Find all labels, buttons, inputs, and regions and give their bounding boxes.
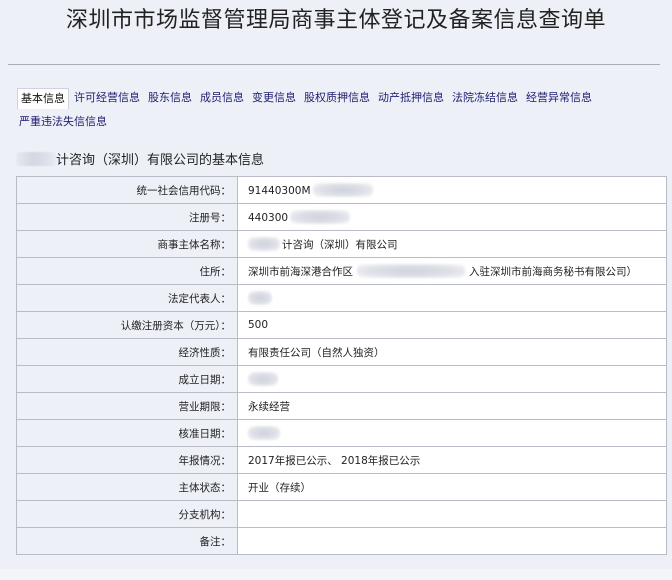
field-label: 商事主体名称：: [16, 230, 238, 258]
tab-chattel-mortgage-info[interactable]: 动产抵押信息: [375, 88, 447, 108]
field-label: 核准日期：: [16, 419, 238, 447]
field-label: 分支机构：: [16, 500, 238, 528]
annual-report-value: 2017年报已公示、 2018年报已公示: [237, 446, 667, 474]
tab-abnormal-operation-info[interactable]: 经营异常信息: [523, 88, 595, 108]
field-label: 认缴注册资本（万元）：: [16, 311, 238, 339]
tab-member-info[interactable]: 成员信息: [197, 88, 247, 108]
table-row: 备注：: [16, 527, 667, 555]
remarks-value: [237, 527, 667, 555]
table-row: 分支机构：: [16, 500, 667, 528]
field-label: 主体状态：: [16, 473, 238, 501]
title-divider: [8, 64, 660, 65]
horizontal-scrollbar[interactable]: [0, 569, 672, 580]
field-label: 年报情况：: [16, 446, 238, 474]
registration-number-value: 440300: [248, 212, 289, 224]
field-label: 法定代表人：: [16, 284, 238, 312]
field-value: 深圳市前海深港合作区 入驻深圳市前海商务秘书有限公司）: [237, 257, 667, 285]
table-row: 主体状态： 开业（存续）: [16, 473, 667, 501]
field-label: 注册号：: [16, 203, 238, 231]
field-value: [237, 284, 667, 312]
tab-court-freeze-info[interactable]: 法院冻结信息: [449, 88, 521, 108]
redacted-text: [357, 263, 465, 278]
address-value: 深圳市前海深港合作区: [248, 265, 353, 278]
table-row: 注册号： 440300: [16, 203, 667, 231]
redacted-text: [248, 426, 280, 440]
table-row: 成立日期：: [16, 365, 667, 393]
table-row: 年报情况： 2017年报已公示、 2018年报已公示: [16, 446, 667, 474]
redacted-text: [248, 372, 278, 386]
address-value-tail: 入驻深圳市前海商务秘书有限公司）: [469, 265, 637, 278]
redacted-text: [290, 210, 351, 224]
economic-nature-value: 有限责任公司（自然人独资）: [237, 338, 667, 366]
entity-status-value: 开业（存续）: [237, 473, 667, 501]
page-title: 深圳市市场监督管理局商事主体登记及备案信息查询单: [65, 8, 606, 33]
field-label: 经济性质：: [16, 338, 238, 366]
basic-info-table: 统一社会信用代码： 91440300M 注册号： 440300 商事主体名称： …: [16, 176, 667, 555]
field-label: 统一社会信用代码：: [16, 176, 238, 204]
table-row: 住所： 深圳市前海深港合作区 入驻深圳市前海商务秘书有限公司）: [16, 257, 667, 285]
registered-capital-value: 500: [237, 311, 667, 339]
field-label: 营业期限：: [16, 392, 238, 420]
table-row: 统一社会信用代码： 91440300M: [16, 176, 667, 204]
tab-change-info[interactable]: 变更信息: [249, 88, 299, 108]
field-label: 成立日期：: [16, 365, 238, 393]
table-row: 经济性质： 有限责任公司（自然人独资）: [16, 338, 667, 366]
table-row: 法定代表人：: [16, 284, 667, 312]
table-row: 核准日期：: [16, 419, 667, 447]
field-value: [237, 419, 667, 447]
tab-shareholder-info[interactable]: 股东信息: [145, 88, 195, 108]
tab-basic-info[interactable]: 基本信息: [17, 88, 69, 109]
table-row: 认缴注册资本（万元）： 500: [16, 311, 667, 339]
section-title: 计咨询（深圳）有限公司的基本信息: [16, 152, 264, 170]
section-title-text: 计咨询（深圳）有限公司的基本信息: [56, 153, 265, 168]
redacted-text: [248, 291, 272, 305]
field-label: 备注：: [16, 527, 238, 555]
tab-serious-violation-info[interactable]: 严重违法失信信息: [16, 112, 110, 132]
company-name-value: 计咨询（深圳）有限公司: [282, 238, 398, 251]
business-term-value: 永续经营: [237, 392, 667, 420]
redacted-text: [16, 152, 56, 166]
redacted-text: [312, 183, 373, 197]
field-label: 住所：: [16, 257, 238, 285]
tab-equity-pledge-info[interactable]: 股权质押信息: [301, 88, 373, 108]
table-row: 商事主体名称： 计咨询（深圳）有限公司: [16, 230, 667, 258]
table-row: 营业期限： 永续经营: [16, 392, 667, 420]
tab-license-info[interactable]: 许可经营信息: [71, 88, 143, 108]
field-value: 91440300M: [237, 176, 667, 204]
field-value: [237, 365, 667, 393]
branch-value: [237, 500, 667, 528]
redacted-text: [248, 236, 280, 251]
field-value: 440300: [237, 203, 667, 231]
info-tabs: 基本信息 许可经营信息 股东信息 成员信息 变更信息 股权质押信息 动产抵押信息 法院冻结信息…: [16, 88, 656, 132]
credit-code-value: 91440300M: [248, 185, 311, 197]
field-value: 计咨询（深圳）有限公司: [237, 230, 667, 258]
